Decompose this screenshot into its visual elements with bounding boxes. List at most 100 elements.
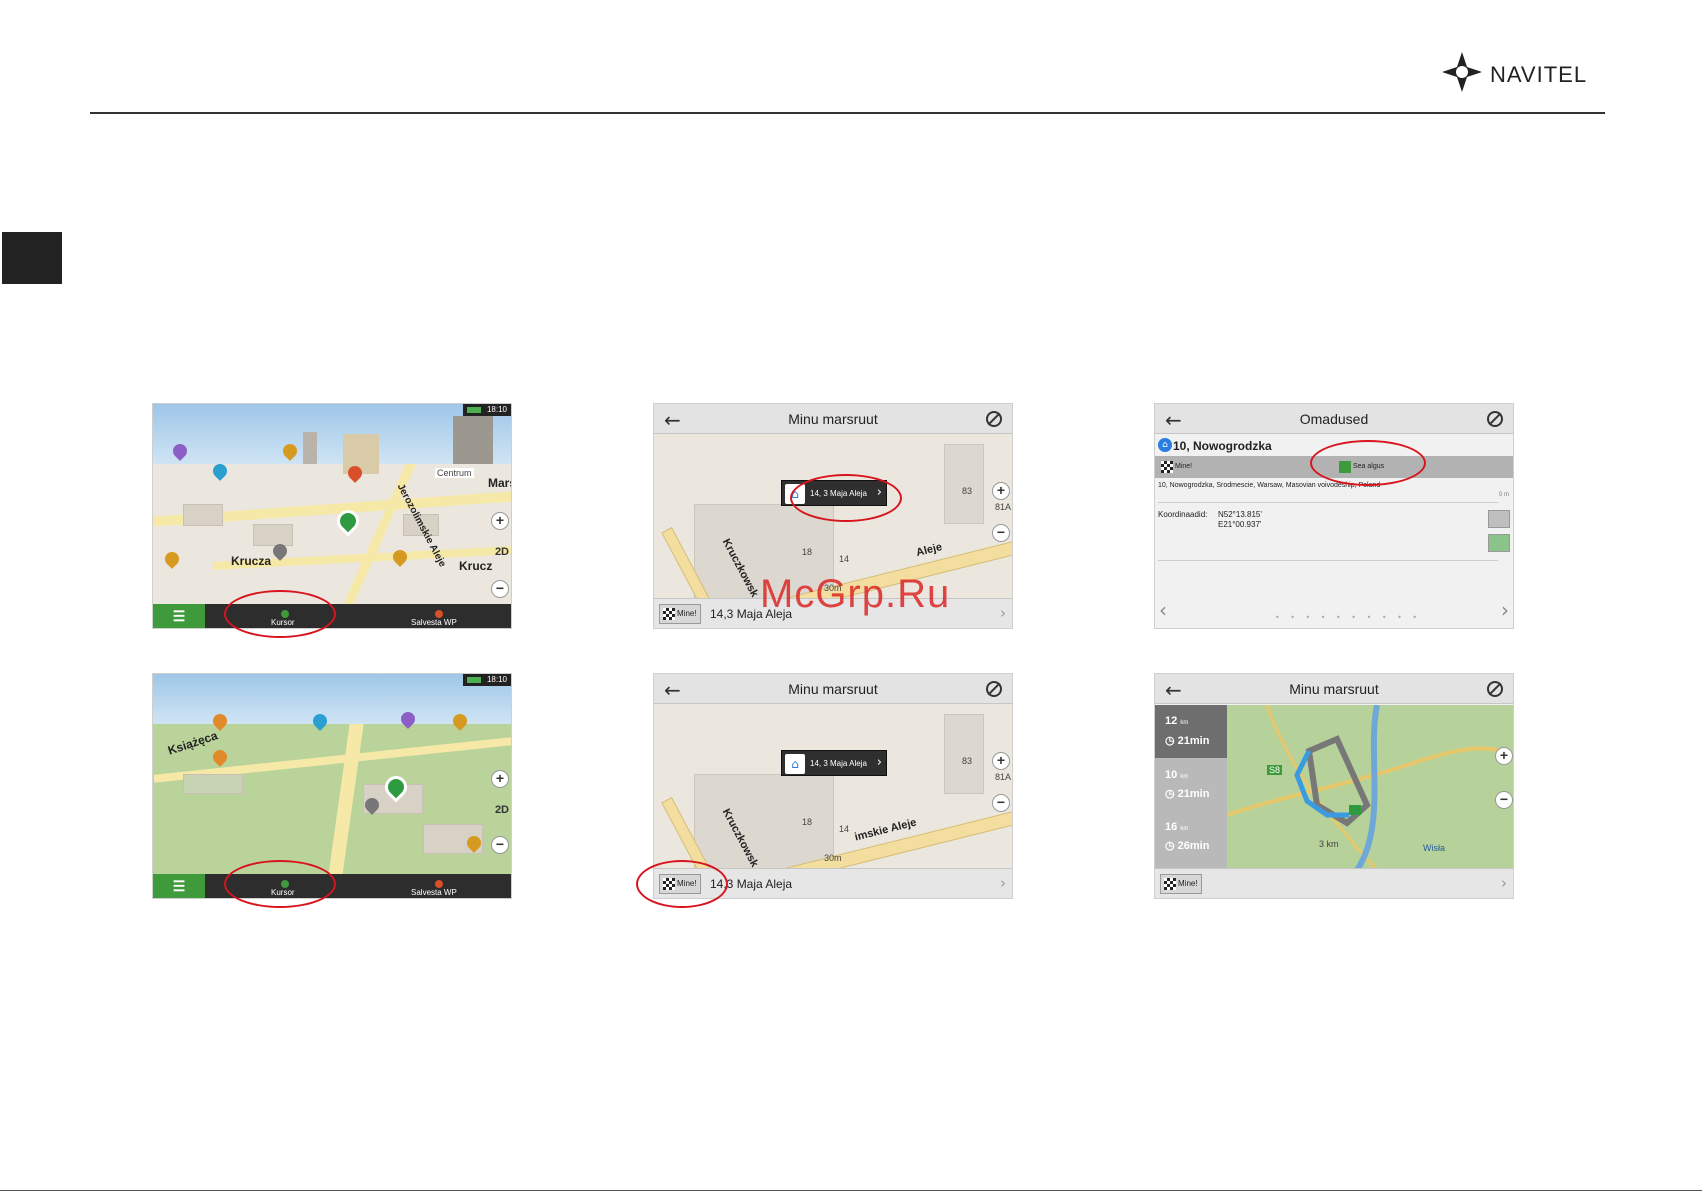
place-name: 10, Nowogrodzka [1173, 439, 1272, 453]
street-label: Marsz [488, 476, 511, 490]
zoom-in-icon[interactable]: + [491, 512, 509, 530]
longitude: E21°00.937' [1218, 520, 1262, 529]
chevron-right-icon[interactable]: › [1000, 604, 1006, 622]
route-overview [1227, 705, 1513, 870]
checkered-flag-icon [1164, 878, 1176, 890]
block [253, 524, 293, 546]
zoom-in-icon[interactable]: + [992, 752, 1010, 770]
zoom-out-icon[interactable]: − [491, 580, 509, 598]
title-bar: ← Minu marsruut [654, 674, 1012, 704]
highlight-popup [790, 474, 902, 522]
building [453, 416, 493, 464]
route-option[interactable]: 12 km ◷ 21min [1155, 705, 1227, 758]
house-number: 14 [839, 824, 850, 834]
status-bar: 18:10 [463, 404, 511, 416]
section-tab [2, 232, 62, 284]
block [944, 444, 984, 524]
page-dots: • • • • • • • • • • [1275, 613, 1422, 622]
house-number: 18 [802, 547, 813, 557]
view-mode-button[interactable]: 2D [495, 804, 509, 816]
scale-label: 30m [824, 853, 842, 863]
home-icon: ⌂ [1158, 438, 1172, 452]
house-number: 83 [962, 756, 973, 766]
house-number: 14 [839, 554, 850, 564]
home-icon: ⌂ [785, 754, 805, 774]
street-label: Krucz [459, 559, 493, 573]
screenshot-route-options: ← Minu marsruut 12 km ◷ 21min 10 km ◷ 21… [1154, 673, 1514, 899]
highlight-go-button [636, 860, 728, 908]
no-route-icon[interactable] [986, 411, 1002, 427]
title-bar: ← Omadused [1155, 404, 1513, 434]
scale-label: 3 km [1319, 839, 1339, 849]
divider [1158, 502, 1498, 503]
map-view[interactable]: Kruczkowsk imskie Aleje 18 14 83 81A 30m… [654, 704, 1012, 870]
chevron-left-icon[interactable]: ‹ [1159, 598, 1167, 622]
block [694, 774, 834, 870]
footer-rule [0, 1190, 1702, 1191]
house-number: 81A [995, 772, 1012, 782]
no-route-icon[interactable] [1487, 411, 1503, 427]
screenshot-map-cursor-2: Książęca 18:10 + 2D − ☰ Kursor Salvesta … [152, 673, 512, 899]
watermark: McGrp.Ru [760, 572, 951, 616]
street-label: Krucza [231, 554, 272, 568]
menu-button[interactable]: ☰ [153, 604, 205, 628]
clock: 18:10 [486, 405, 507, 414]
route-option[interactable]: 16 km ◷ 26min [1155, 815, 1227, 868]
zoom-out-icon[interactable]: − [491, 836, 509, 854]
save-waypoint-button[interactable]: Salvesta WP [411, 888, 457, 897]
divider [1158, 560, 1498, 561]
chevron-right-icon[interactable]: › [1000, 874, 1006, 892]
screenshot-properties: ← Omadused ⌂ 10, Nowogrodzka Mine! Sea a… [1154, 403, 1514, 629]
send-icon[interactable] [1488, 534, 1510, 552]
no-route-icon[interactable] [1487, 681, 1503, 697]
zoom-in-icon[interactable]: + [1495, 747, 1513, 765]
chevron-right-icon[interactable]: › [877, 755, 882, 770]
metro-label: Centrum [435, 468, 474, 478]
pager: ‹ • • • • • • • • • • › [1155, 594, 1513, 624]
highlight-set-start [1310, 440, 1426, 486]
street-label: Aleje [914, 540, 944, 560]
block [944, 714, 984, 794]
location-popup[interactable]: ⌂ 14, 3 Maja Aleja › [781, 750, 887, 776]
flag-icon [435, 880, 443, 888]
block [183, 504, 223, 526]
screen-title: Minu marsruut [1289, 681, 1379, 697]
screenshot-map-cursor-1: Krucza Jerozolimskie Aleje Krucz Centrum… [152, 403, 512, 629]
flag-icon [435, 610, 443, 618]
menu-button[interactable]: ☰ [153, 874, 205, 898]
zoom-in-icon[interactable]: + [491, 770, 509, 788]
no-route-icon[interactable] [986, 681, 1002, 697]
view-mode-button[interactable]: 2D [495, 546, 509, 558]
popup-address: 14, 3 Maja Aleja [810, 759, 867, 768]
zoom-in-icon[interactable]: + [992, 482, 1010, 500]
save-waypoint-button[interactable]: Salvesta WP [411, 618, 457, 627]
go-button[interactable]: Mine! [1161, 459, 1192, 475]
screen-title: Omadused [1299, 411, 1369, 427]
chevron-right-icon[interactable]: › [1501, 598, 1509, 622]
zoom-out-icon[interactable]: − [1495, 791, 1513, 809]
zoom-out-icon[interactable]: − [992, 794, 1010, 812]
block [183, 774, 243, 794]
status-bar: 18:10 [463, 674, 511, 686]
go-button[interactable]: Mine! [1160, 874, 1202, 894]
route-map[interactable]: S8 3 km Wisła + − [1227, 705, 1513, 870]
route-option[interactable]: 10 km ◷ 21min [1155, 761, 1227, 814]
screen-title: Minu marsruut [788, 681, 878, 697]
highlight-cursor-2 [224, 860, 336, 908]
coordinates-label: Koordinaadid: [1158, 510, 1208, 519]
bottom-bar: Mine! › [1155, 868, 1513, 898]
house-number: 18 [802, 817, 813, 827]
chevron-right-icon[interactable]: › [1501, 874, 1507, 892]
zoom-out-icon[interactable]: − [992, 524, 1010, 542]
map-preview-icon[interactable] [1488, 510, 1510, 528]
go-button[interactable]: Mine! [659, 604, 701, 624]
checkered-flag-icon [1161, 461, 1173, 473]
screen-title: Minu marsruut [788, 411, 878, 427]
title-bar: ← Minu marsruut [654, 404, 1012, 434]
navitel-star-icon [1442, 52, 1482, 92]
river-label: Wisła [1423, 843, 1445, 853]
battery-icon [467, 407, 481, 413]
clock: 18:10 [486, 675, 507, 684]
house-number: 83 [962, 486, 973, 496]
highlight-cursor-1 [224, 590, 336, 638]
